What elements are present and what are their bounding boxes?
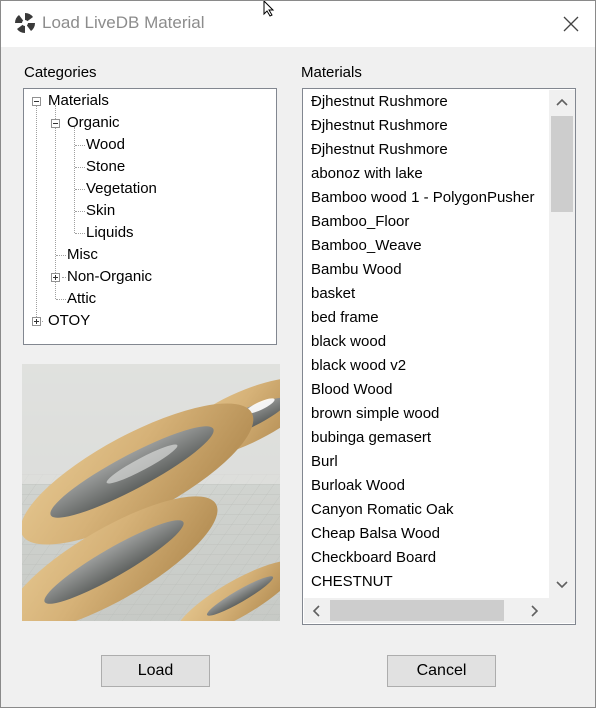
tree-node-label: Vegetation	[86, 180, 157, 197]
tree-node-skin[interactable]: Skin	[86, 200, 115, 222]
tree-node-label: Liquids	[86, 224, 134, 241]
tree-node-vegetation[interactable]: Vegetation	[86, 178, 157, 200]
octane-logo-icon	[15, 13, 35, 33]
material-list-item[interactable]: Blood Wood	[311, 378, 392, 402]
collapse-icon[interactable]	[32, 97, 41, 106]
dialog-window: Load LiveDB Material Categories Material…	[0, 0, 596, 708]
tree-node-label: Materials	[48, 92, 109, 109]
material-list-item[interactable]: basket	[311, 282, 355, 306]
tree-node-misc[interactable]: Misc	[67, 244, 98, 266]
window-title: Load LiveDB Material	[42, 13, 205, 32]
tree-node-attic[interactable]: Attic	[67, 288, 96, 310]
expand-icon[interactable]	[32, 317, 41, 326]
scrollbar-corner	[549, 598, 575, 623]
tree-node-label: Skin	[86, 202, 116, 219]
tree-connector	[75, 145, 85, 146]
horizontal-scroll-thumb[interactable]	[330, 600, 504, 621]
horizontal-scrollbar[interactable]	[304, 598, 575, 623]
tree-connector	[75, 189, 85, 190]
material-list-item[interactable]: Checkboard Board	[311, 546, 436, 570]
close-icon[interactable]	[555, 9, 587, 39]
material-list-item[interactable]: Cheap Balsa Wood	[311, 522, 440, 546]
material-list-item[interactable]: Bambu Wood	[311, 258, 402, 282]
tree-node-stone[interactable]: Stone	[86, 156, 125, 178]
material-list-item[interactable]: Bamboo_Weave	[311, 234, 422, 258]
material-list-item[interactable]: Burloak Wood	[311, 474, 405, 498]
material-list-item[interactable]: Bamboo_Floor	[311, 210, 409, 234]
tree-node-label: Attic	[67, 290, 97, 307]
materials-list[interactable]: Ðjhestnut Rushmore Ðjhestnut Rushmore Ðjhe…	[302, 88, 576, 625]
expand-icon[interactable]	[51, 273, 60, 282]
material-list-item[interactable]: Canyon Romatic Oak	[311, 498, 454, 522]
material-list-item[interactable]: black wood	[311, 330, 386, 354]
vertical-scroll-thumb[interactable]	[551, 116, 573, 212]
material-list-item[interactable]: bed frame	[311, 306, 379, 330]
tree-node-label: Stone	[86, 158, 126, 175]
tree-node-liquids[interactable]: Liquids	[86, 222, 134, 244]
material-list-item[interactable]: CHESTNUT	[311, 570, 393, 594]
tree-node-label: Wood	[86, 136, 125, 153]
tree-connector	[62, 277, 66, 278]
materials-label: Materials	[301, 64, 362, 81]
mouse-cursor-icon	[263, 1, 275, 17]
chevron-down-icon[interactable]	[556, 581, 568, 589]
tree-node-wood[interactable]: Wood	[86, 134, 125, 156]
tree-node-label: Misc	[67, 246, 98, 263]
chevron-right-icon[interactable]	[531, 605, 539, 617]
tree-connector	[75, 233, 85, 234]
tree-connector	[56, 255, 66, 256]
chevron-up-icon[interactable]	[556, 98, 568, 106]
load-button[interactable]: Load	[101, 655, 210, 687]
material-list-item[interactable]: brown simple wood	[311, 402, 439, 426]
tree-connector	[36, 105, 37, 325]
title-bar[interactable]: Load LiveDB Material	[1, 1, 595, 47]
material-list-item[interactable]: black wood v2	[311, 354, 406, 378]
tree-connector	[75, 211, 85, 212]
tree-connector	[75, 167, 85, 168]
tree-connector	[55, 105, 56, 299]
material-list-item[interactable]: abonoz with lake	[311, 162, 423, 186]
material-list-item[interactable]: Burl	[311, 450, 338, 474]
cancel-button[interactable]: Cancel	[387, 655, 496, 687]
tree-connector	[74, 127, 75, 233]
material-list-item[interactable]: Ðjhestnut Rushmore	[311, 114, 448, 138]
tree-node-label: Organic	[67, 114, 120, 131]
material-list-item[interactable]: Ðjhestnut Rushmore	[311, 90, 448, 114]
categories-tree[interactable]: Materials Organic Wood Stone Vegetation …	[23, 88, 277, 345]
material-list-item[interactable]: Ðjhestnut Rushmore	[311, 138, 448, 162]
material-list-item[interactable]: Bamboo wood 1 - PolygonPusher	[311, 186, 534, 210]
material-preview-image	[22, 364, 280, 621]
tree-connector	[56, 299, 66, 300]
vertical-scrollbar[interactable]	[549, 90, 575, 598]
collapse-icon[interactable]	[51, 119, 60, 128]
tree-node-label: OTOY	[48, 312, 91, 329]
material-list-item[interactable]: bubinga gemasert	[311, 426, 431, 450]
tree-node-label: Non-Organic	[67, 268, 153, 285]
chevron-left-icon[interactable]	[312, 605, 320, 617]
categories-label: Categories	[24, 64, 97, 81]
